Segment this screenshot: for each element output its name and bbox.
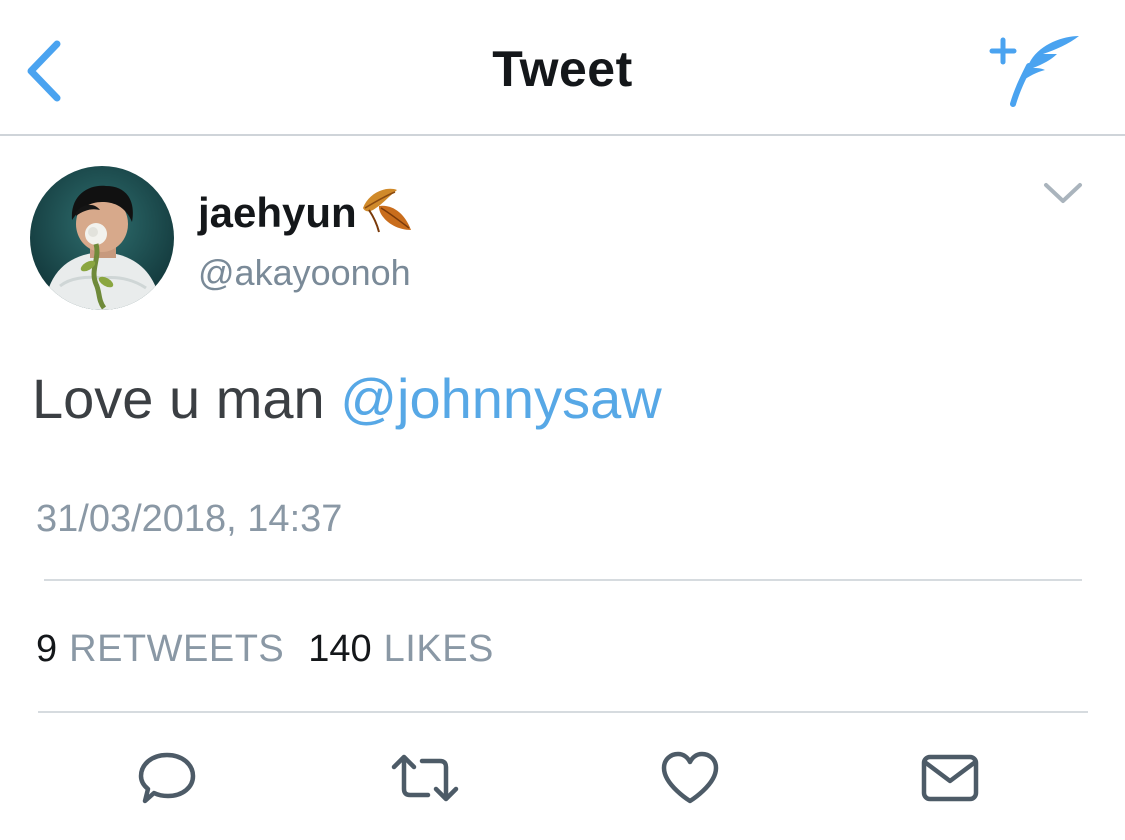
reply-icon bbox=[138, 752, 196, 804]
tweet-body: Love u man bbox=[32, 367, 341, 430]
divider bbox=[38, 711, 1088, 713]
retweets-label: RETWEETS bbox=[69, 628, 285, 670]
tweet-options-button[interactable] bbox=[1040, 175, 1086, 211]
heart-icon bbox=[661, 751, 719, 804]
fallen-leaf-emoji bbox=[359, 186, 415, 239]
tweet-text: Love u man @johnnysaw bbox=[32, 366, 662, 431]
avatar-photo bbox=[30, 166, 174, 310]
compose-tweet-icon bbox=[989, 36, 1079, 107]
likes-stat[interactable]: 140 LIKES bbox=[308, 628, 494, 671]
likes-count: 140 bbox=[308, 628, 372, 670]
retweet-icon bbox=[391, 754, 459, 802]
envelope-icon bbox=[921, 754, 979, 802]
retweets-stat[interactable]: 9 RETWEETS bbox=[36, 628, 284, 671]
avatar[interactable] bbox=[30, 166, 174, 310]
user-handle[interactable]: @akayoonoh bbox=[198, 252, 411, 294]
reply-button[interactable] bbox=[132, 745, 202, 811]
display-name-row[interactable]: jaehyun bbox=[198, 186, 415, 239]
share-button[interactable] bbox=[915, 745, 985, 811]
like-button[interactable] bbox=[655, 745, 725, 811]
retweets-count: 9 bbox=[36, 628, 58, 670]
mention-link[interactable]: @johnnysaw bbox=[340, 367, 661, 430]
divider bbox=[44, 579, 1082, 581]
likes-label: LIKES bbox=[383, 628, 494, 670]
tweet-timestamp: 31/03/2018, 14:37 bbox=[36, 498, 343, 540]
compose-tweet-button[interactable] bbox=[985, 30, 1085, 110]
stats-row: 9 RETWEETS 140 LIKES bbox=[36, 628, 494, 671]
chevron-down-icon bbox=[1044, 183, 1082, 203]
page-title: Tweet bbox=[492, 41, 633, 97]
display-name[interactable]: jaehyun bbox=[198, 191, 357, 234]
retweet-button[interactable] bbox=[390, 745, 460, 811]
